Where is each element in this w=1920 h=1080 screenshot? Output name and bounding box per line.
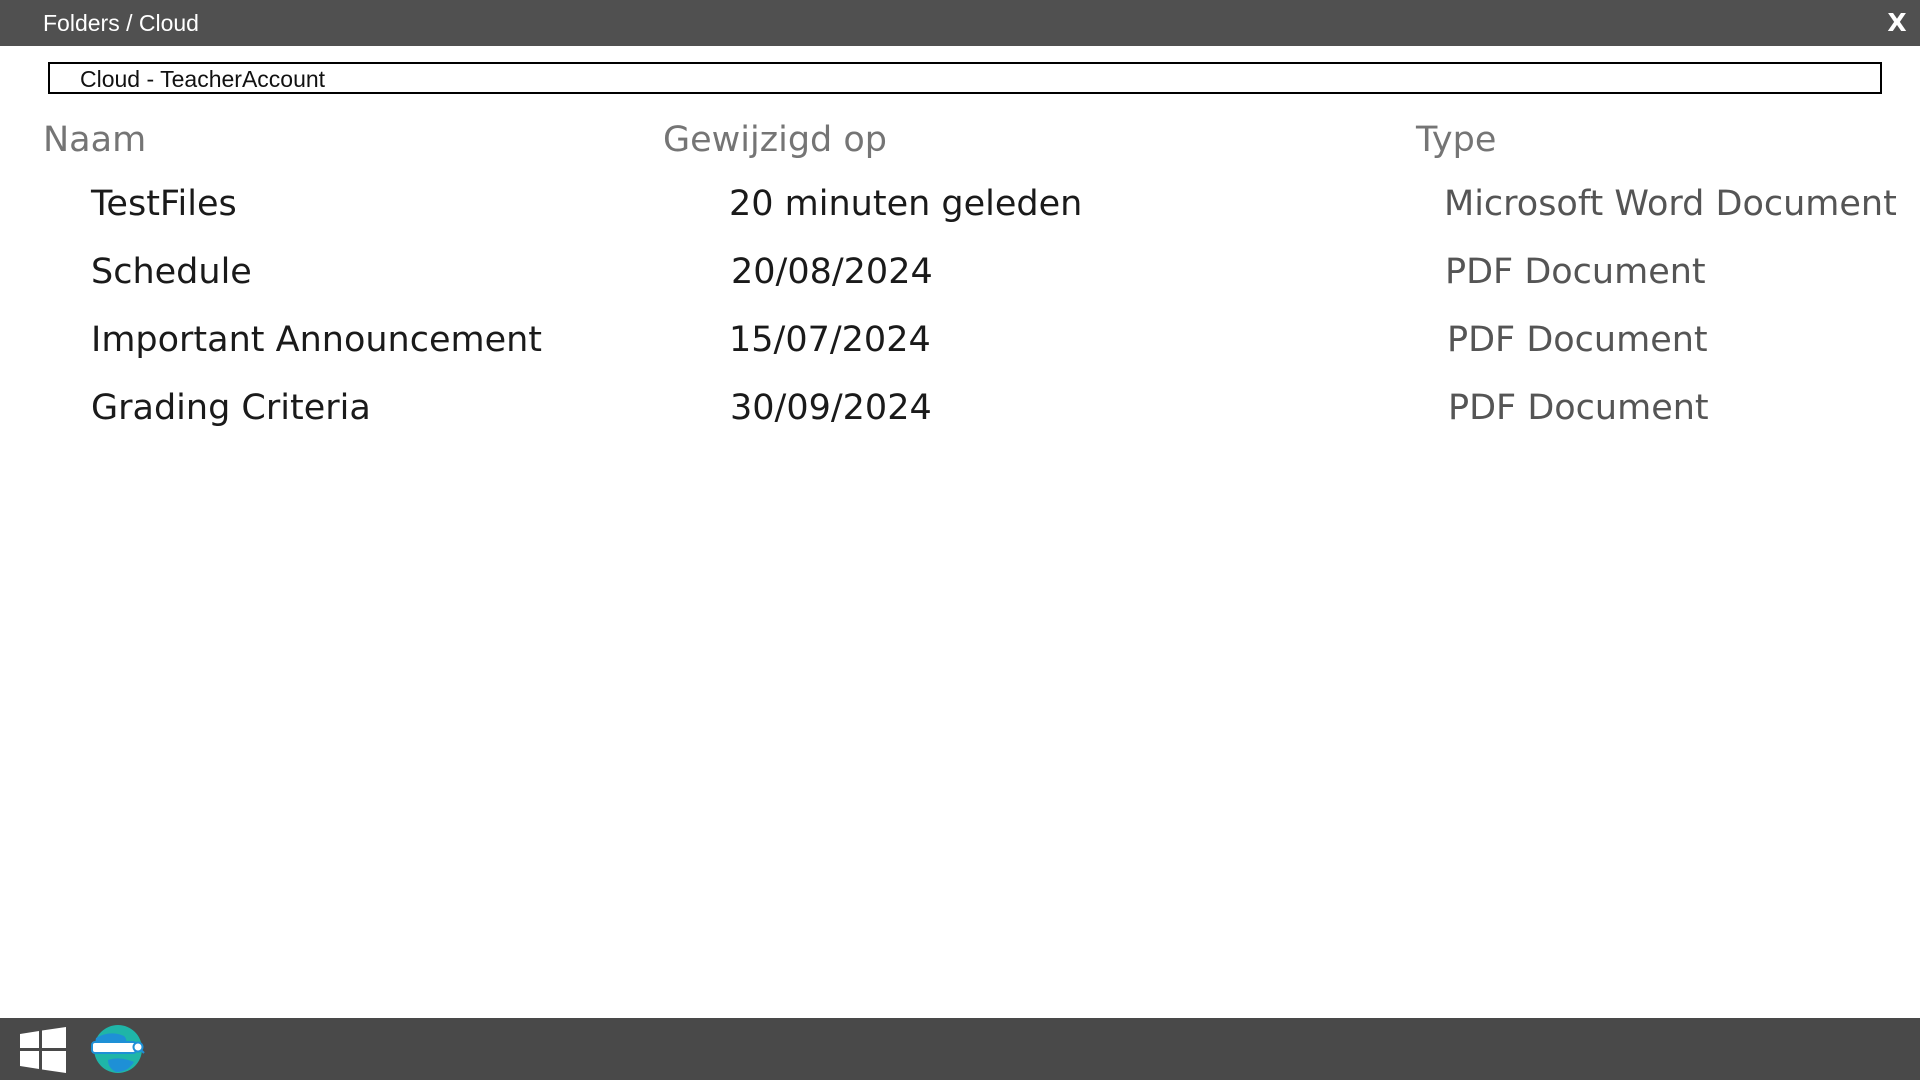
file-name: Grading Criteria: [91, 388, 371, 428]
file-name: Important Announcement: [91, 320, 543, 360]
file-row[interactable]: TestFiles 20 minuten geleden Microsoft W…: [0, 179, 1920, 239]
file-type: PDF Document: [1447, 320, 1708, 360]
windows-start-icon[interactable]: [20, 1027, 66, 1073]
file-name: TestFiles: [91, 184, 237, 224]
file-modified: 20/08/2024: [731, 252, 933, 292]
file-modified: 20 minuten geleden: [729, 184, 1083, 224]
file-modified: 30/09/2024: [730, 388, 932, 428]
file-type: PDF Document: [1448, 388, 1709, 428]
file-modified: 15/07/2024: [729, 320, 931, 360]
file-row[interactable]: Grading Criteria 30/09/2024 PDF Document: [0, 383, 1920, 443]
file-type: PDF Document: [1445, 252, 1706, 292]
file-row[interactable]: Important Announcement 15/07/2024 PDF Do…: [0, 315, 1920, 375]
file-type: Microsoft Word Document: [1444, 184, 1897, 224]
window-title: Folders / Cloud: [43, 10, 199, 36]
location-path: Cloud - TeacherAccount: [80, 66, 326, 92]
title-bar: Folders / Cloud X: [0, 0, 1920, 46]
file-row[interactable]: Schedule 20/08/2024 PDF Document: [0, 247, 1920, 307]
location-bar[interactable]: Cloud - TeacherAccount: [48, 62, 1882, 94]
close-button[interactable]: X: [1874, 0, 1920, 46]
column-header-modified[interactable]: Gewijzigd op: [663, 118, 887, 162]
file-name: Schedule: [91, 252, 252, 292]
column-header-name[interactable]: Naam: [43, 118, 146, 162]
taskbar: [0, 1018, 1920, 1080]
browser-search-icon[interactable]: [90, 1024, 146, 1074]
column-header-type[interactable]: Type: [1416, 118, 1496, 162]
